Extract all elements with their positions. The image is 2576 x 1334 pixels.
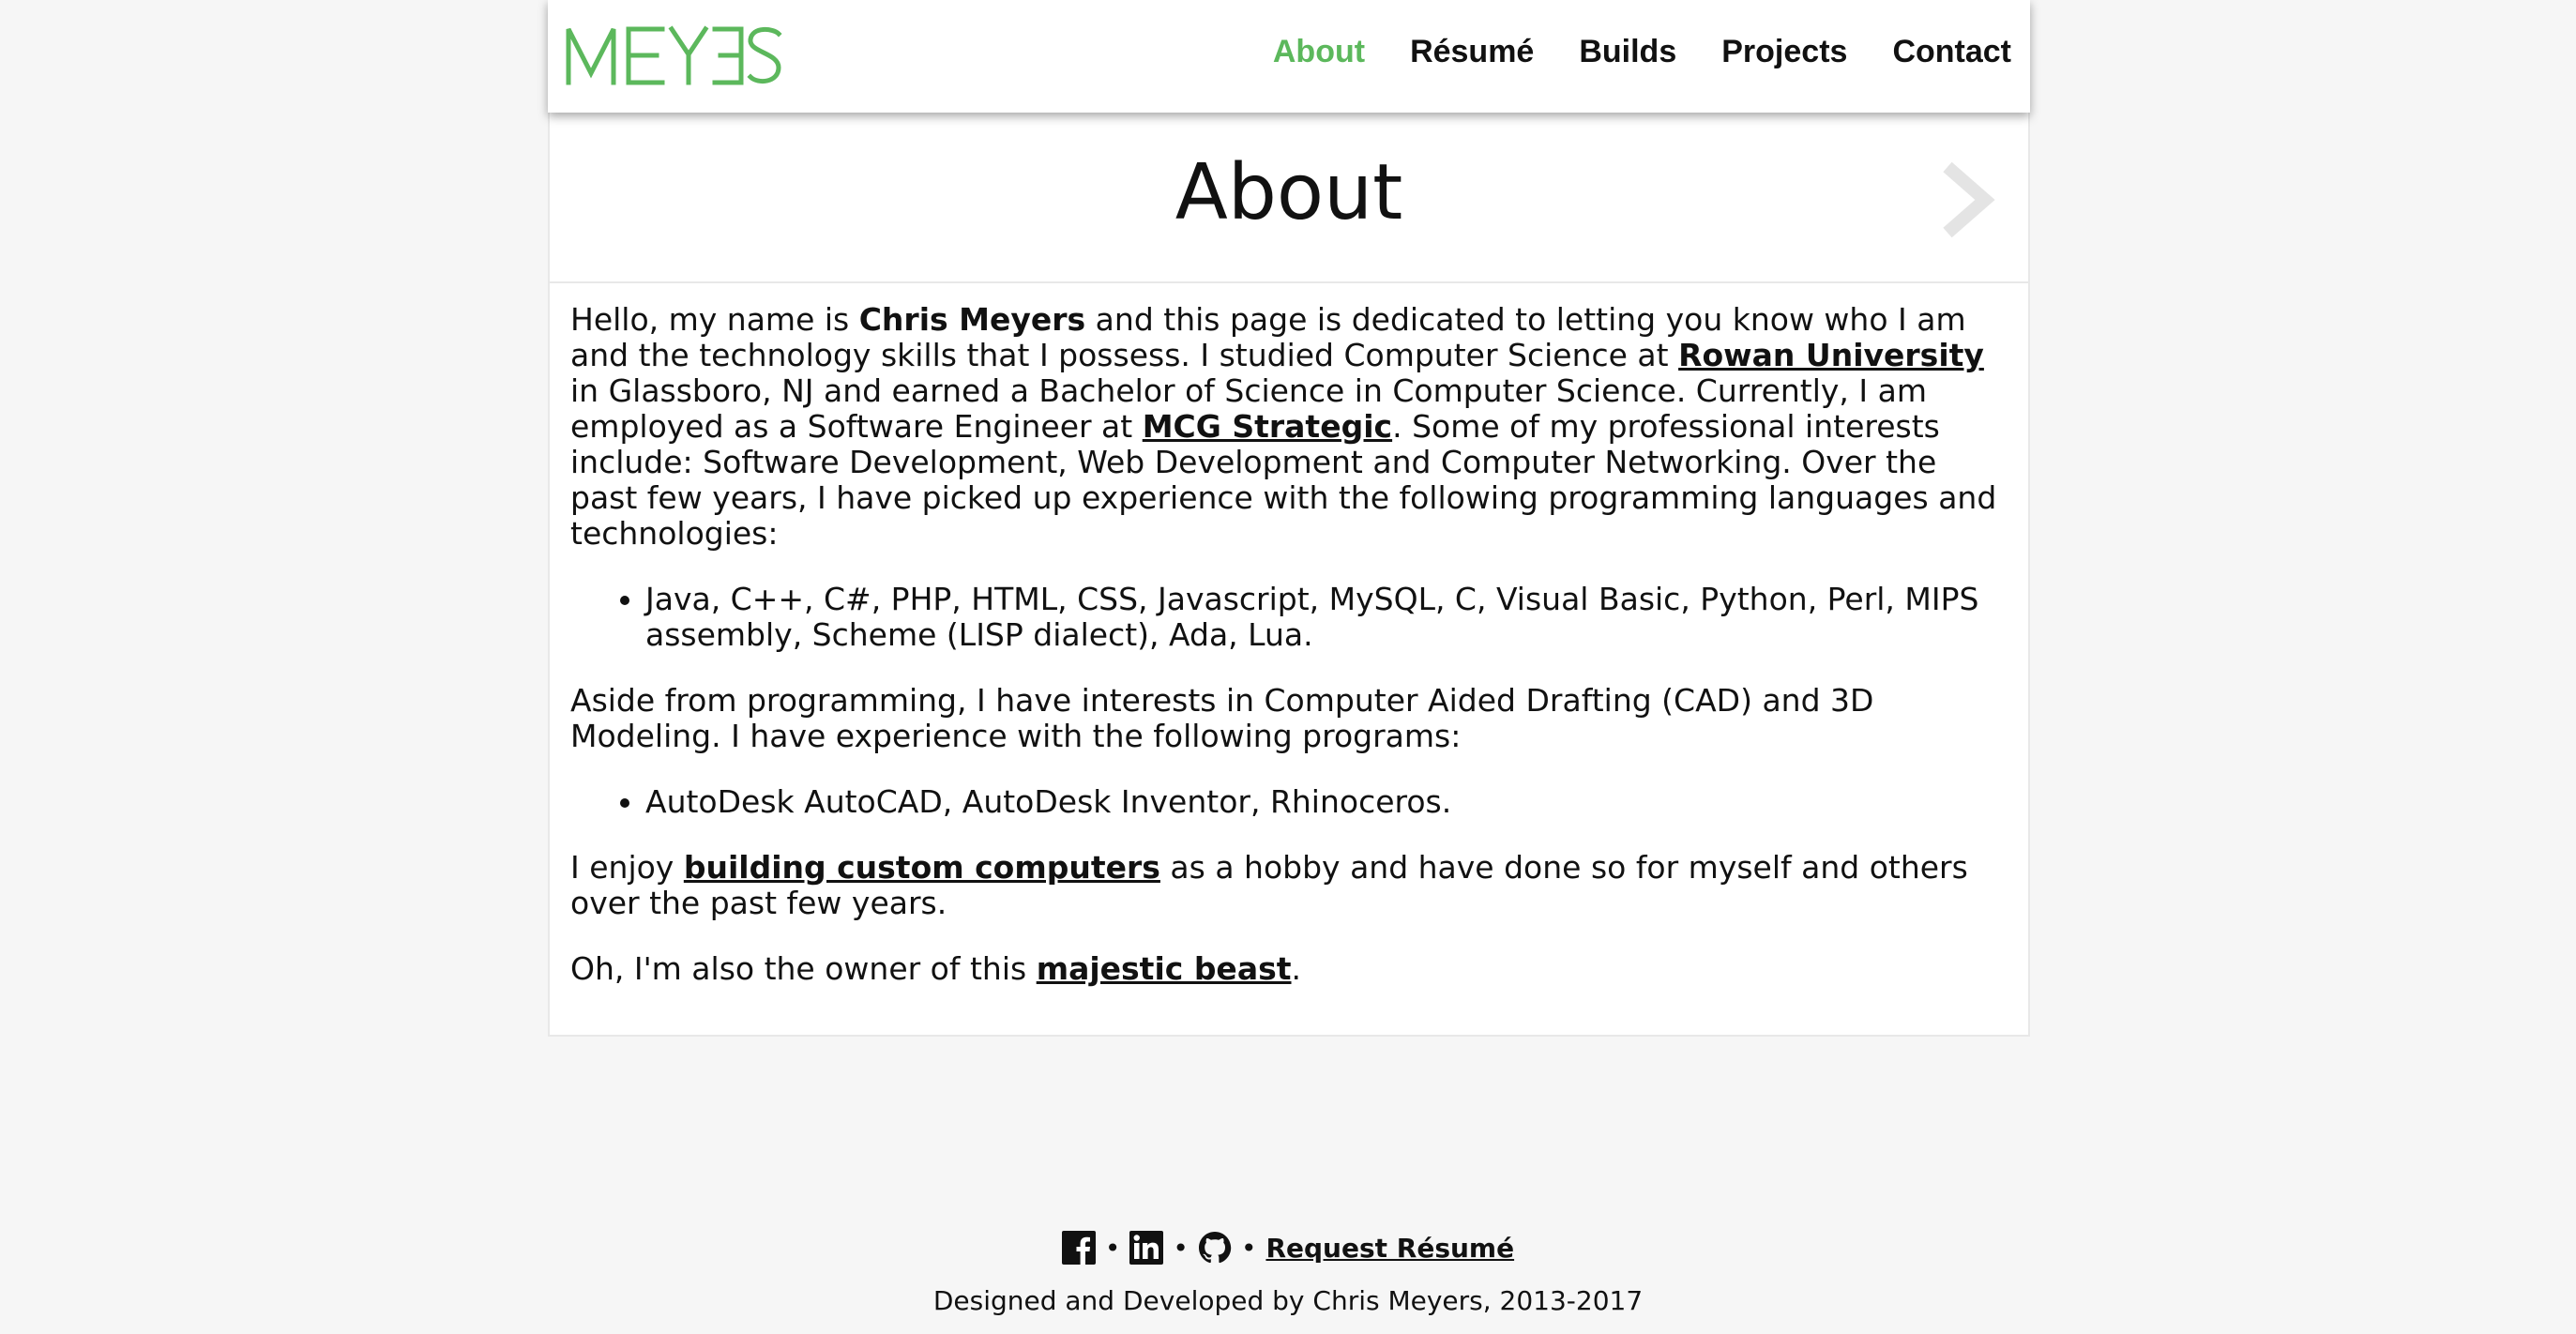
- intro-paragraph: Hello, my name is Chris Meyers and this …: [570, 301, 1997, 552]
- separator: •: [1240, 1232, 1257, 1264]
- nav-about[interactable]: About: [1273, 34, 1365, 70]
- nav-contact[interactable]: Contact: [1892, 34, 2011, 70]
- about-content: Hello, my name is Chris Meyers and this …: [550, 283, 2028, 987]
- programs-list: AutoDesk AutoCAD, AutoDesk Inventor, Rhi…: [645, 784, 2006, 820]
- site-footer: • • • Request Résumé Designed and Develo…: [0, 1229, 2576, 1316]
- list-item: Java, C++, C#, PHP, HTML, CSS, Javascrip…: [645, 582, 2006, 653]
- linkedin-icon[interactable]: [1129, 1231, 1164, 1265]
- nav-builds[interactable]: Builds: [1579, 34, 1676, 70]
- nav-projects[interactable]: Projects: [1721, 34, 1847, 70]
- github-icon[interactable]: [1198, 1231, 1232, 1265]
- separator: •: [1173, 1232, 1189, 1264]
- site-header: About Résumé Builds Projects Contact: [548, 0, 2030, 113]
- main-nav: About Résumé Builds Projects Contact: [1273, 34, 2011, 70]
- cad-paragraph: Aside from programming, I have interests…: [570, 682, 1874, 754]
- hobby-paragraph: I enjoy building custom computers as a h…: [570, 849, 1968, 921]
- about-card: About Hello, my name is Chris Meyers and…: [548, 113, 2030, 1037]
- author-name: Chris Meyers: [858, 301, 1086, 338]
- footer-links: • • • Request Résumé: [0, 1229, 2576, 1266]
- facebook-icon[interactable]: [1061, 1231, 1096, 1265]
- languages-list: Java, C++, C#, PHP, HTML, CSS, Javascrip…: [645, 582, 2006, 653]
- beast-paragraph: Oh, I'm also the owner of this majestic …: [570, 950, 1302, 987]
- majestic-beast-link[interactable]: majestic beast: [1037, 950, 1292, 987]
- footer-credit: Designed and Developed by Chris Meyers, …: [932, 1285, 1644, 1316]
- rowan-university-link[interactable]: Rowan University: [1678, 337, 1984, 373]
- separator: •: [1104, 1232, 1121, 1264]
- list-item: AutoDesk AutoCAD, AutoDesk Inventor, Rhi…: [645, 784, 2006, 820]
- nav-resume[interactable]: Résumé: [1410, 34, 1534, 70]
- chevron-right-icon[interactable]: [1938, 159, 1996, 240]
- request-resume-link[interactable]: Request Résumé: [1265, 1233, 1514, 1264]
- meyers-logo[interactable]: [565, 24, 782, 86]
- page-title: About: [1174, 148, 1403, 237]
- title-bar: About: [550, 113, 2028, 283]
- custom-computers-link[interactable]: building custom computers: [684, 849, 1160, 886]
- mcg-strategic-link[interactable]: MCG Strategic: [1143, 408, 1392, 445]
